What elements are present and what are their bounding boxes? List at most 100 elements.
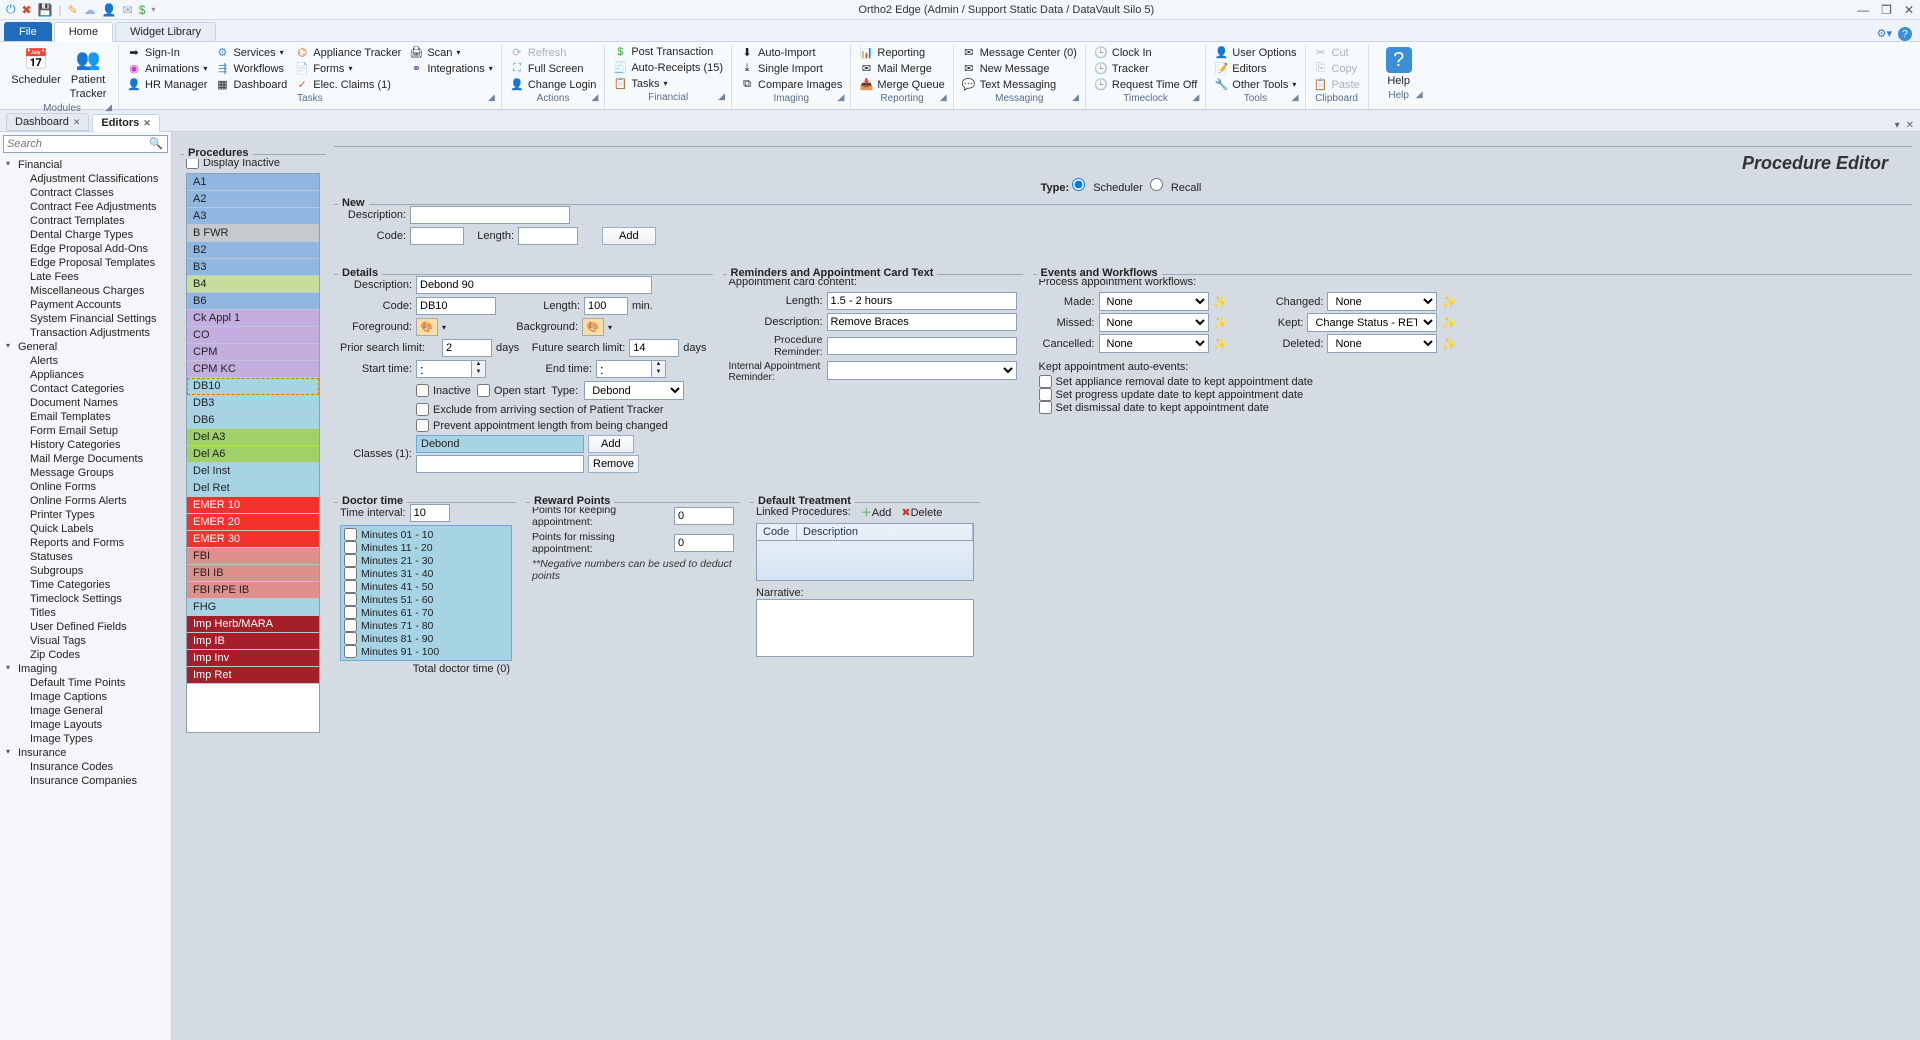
class-input[interactable] — [416, 455, 584, 473]
auto-receipts-button[interactable]: 🧾Auto-Receipts (15) — [611, 60, 725, 75]
fg-color-picker[interactable]: 🎨 — [416, 318, 438, 336]
procedure-item[interactable]: B6 — [187, 293, 319, 310]
procedure-item[interactable]: A3 — [187, 208, 319, 225]
tree[interactable]: FinancialAdjustment ClassificationsContr… — [0, 156, 171, 1040]
narrative-textarea[interactable] — [756, 599, 974, 657]
card-length-input[interactable] — [827, 292, 1017, 310]
tree-item[interactable]: Miscellaneous Charges — [0, 284, 171, 298]
doctor-time-checkbox[interactable] — [344, 567, 357, 580]
dialog-launcher-icon[interactable]: ◢ — [591, 92, 598, 103]
refresh-button[interactable]: ⟳Refresh — [508, 45, 599, 60]
prior-limit-input[interactable] — [442, 339, 492, 357]
tree-item[interactable]: History Categories — [0, 438, 171, 452]
procedure-item[interactable]: EMER 30 — [187, 531, 319, 548]
hr-manager-button[interactable]: 👤HR Manager — [125, 77, 209, 92]
tree-item[interactable]: Document Names — [0, 396, 171, 410]
procedure-item[interactable]: B4 — [187, 276, 319, 293]
doctor-time-checkbox[interactable] — [344, 528, 357, 541]
dialog-launcher-icon[interactable]: ◢ — [105, 102, 112, 113]
tree-item[interactable]: Zip Codes — [0, 648, 171, 662]
doctor-time-checkbox[interactable] — [344, 619, 357, 632]
procedure-item[interactable]: EMER 20 — [187, 514, 319, 531]
type-scheduler-radio[interactable] — [1072, 178, 1085, 191]
class-remove-button[interactable]: Remove — [588, 455, 639, 473]
tree-item[interactable]: Reports and Forms — [0, 536, 171, 550]
wand-icon[interactable]: ✨ — [1213, 295, 1228, 309]
single-import-button[interactable]: ⤓Single Import — [738, 61, 844, 76]
wand-icon[interactable]: ✨ — [1441, 316, 1456, 330]
power-icon[interactable]: ⏻ — [6, 2, 16, 17]
tree-item[interactable]: Online Forms — [0, 480, 171, 494]
auto-import-button[interactable]: ⬇Auto-Import — [738, 45, 844, 60]
tree-item[interactable]: Contact Categories — [0, 382, 171, 396]
card-desc-input[interactable] — [827, 313, 1017, 331]
tree-item[interactable]: Visual Tags — [0, 634, 171, 648]
procedure-item[interactable]: B2 — [187, 242, 319, 259]
tree-item[interactable]: Quick Labels — [0, 522, 171, 536]
new-icon[interactable]: ✎ — [68, 3, 78, 17]
doctor-time-list[interactable]: Minutes 01 - 10Minutes 11 - 20Minutes 21… — [340, 525, 512, 661]
classes-listbox[interactable]: Debond — [416, 435, 584, 453]
tree-group-insurance[interactable]: Insurance — [0, 746, 171, 760]
procedure-item[interactable]: FBI — [187, 548, 319, 565]
tree-item[interactable]: Transaction Adjustments — [0, 326, 171, 340]
type-recall-radio[interactable] — [1150, 178, 1163, 191]
request-time-off-button[interactable]: 🕒Request Time Off — [1092, 77, 1199, 92]
auto-appliance-checkbox[interactable] — [1039, 375, 1052, 388]
tree-item[interactable]: User Defined Fields — [0, 620, 171, 634]
tree-item[interactable]: Edge Proposal Add-Ons — [0, 242, 171, 256]
user-icon[interactable]: 👤 — [102, 3, 117, 17]
other-tools-button[interactable]: 🔧Other Tools ▾ — [1212, 77, 1298, 92]
minimize-icon[interactable]: — — [1857, 3, 1869, 17]
new-length-input[interactable] — [518, 227, 578, 245]
procedure-item[interactable]: Del Inst — [187, 463, 319, 480]
dashboard-button[interactable]: ▦Dashboard — [213, 77, 289, 92]
tree-item[interactable]: Contract Templates — [0, 214, 171, 228]
procedure-item[interactable]: B3 — [187, 259, 319, 276]
dialog-launcher-icon[interactable]: ◢ — [718, 91, 725, 102]
new-add-button[interactable]: Add — [602, 227, 656, 245]
fin-tasks-button[interactable]: 📋Tasks ▾ — [611, 76, 725, 91]
procedure-item[interactable]: Imp IB — [187, 633, 319, 650]
tree-item[interactable]: Image Types — [0, 732, 171, 746]
mail-merge-button[interactable]: ✉Mail Merge — [857, 61, 946, 76]
settings-icon[interactable]: ⚙▾ — [1877, 27, 1892, 41]
patient-tracker-button[interactable]: 👥PatientTracker — [64, 45, 112, 102]
deleted-select[interactable]: None — [1327, 334, 1437, 353]
procedures-listbox[interactable]: A1A2A3B FWRB2B3B4B6Ck Appl 1COCPMCPM KCD… — [186, 173, 320, 733]
tree-item[interactable]: Appliances — [0, 368, 171, 382]
tree-item[interactable]: Insurance Companies — [0, 774, 171, 788]
points-keep-input[interactable] — [674, 507, 734, 525]
tree-item[interactable]: Alerts — [0, 354, 171, 368]
dialog-launcher-icon[interactable]: ◢ — [1292, 92, 1299, 103]
text-messaging-button[interactable]: 💬Text Messaging — [960, 77, 1079, 92]
tree-group-imaging[interactable]: Imaging — [0, 662, 171, 676]
dialog-launcher-icon[interactable]: ◢ — [1072, 92, 1079, 103]
close-file-icon[interactable]: ✖ — [22, 3, 32, 17]
class-add-button[interactable]: Add — [588, 435, 634, 453]
reporting-button[interactable]: 📊Reporting — [857, 45, 946, 60]
tree-item[interactable]: Mail Merge Documents — [0, 452, 171, 466]
dialog-launcher-icon[interactable]: ◢ — [1192, 92, 1199, 103]
tree-item[interactable]: Image Layouts — [0, 718, 171, 732]
dialog-launcher-icon[interactable]: ◢ — [488, 92, 495, 103]
user-options-button[interactable]: 👤User Options — [1212, 45, 1298, 60]
procedure-item[interactable]: CPM — [187, 344, 319, 361]
help-icon[interactable]: ? — [1898, 27, 1912, 41]
bg-color-picker[interactable]: 🎨 — [582, 318, 604, 336]
missed-select[interactable]: None — [1099, 313, 1209, 332]
tree-item[interactable]: Statuses — [0, 550, 171, 564]
integrations-button[interactable]: ⚭Integrations ▾ — [407, 61, 495, 76]
dialog-launcher-icon[interactable]: ◢ — [838, 92, 845, 103]
save-icon[interactable]: 💾 — [38, 3, 53, 17]
dialog-launcher-icon[interactable]: ◢ — [940, 92, 947, 103]
change-login-button[interactable]: 👤Change Login — [508, 77, 599, 92]
procedure-item[interactable]: DB10 — [187, 378, 319, 395]
wand-icon[interactable]: ✨ — [1441, 337, 1456, 351]
procedure-item[interactable]: Del A3 — [187, 429, 319, 446]
copy-button[interactable]: ⎘Copy — [1312, 61, 1362, 76]
tree-item[interactable]: Insurance Codes — [0, 760, 171, 774]
appliance-tracker-button[interactable]: ⌬Appliance Tracker — [293, 45, 403, 60]
procedure-item[interactable]: DB3 — [187, 395, 319, 412]
tree-group-financial[interactable]: Financial — [0, 158, 171, 172]
